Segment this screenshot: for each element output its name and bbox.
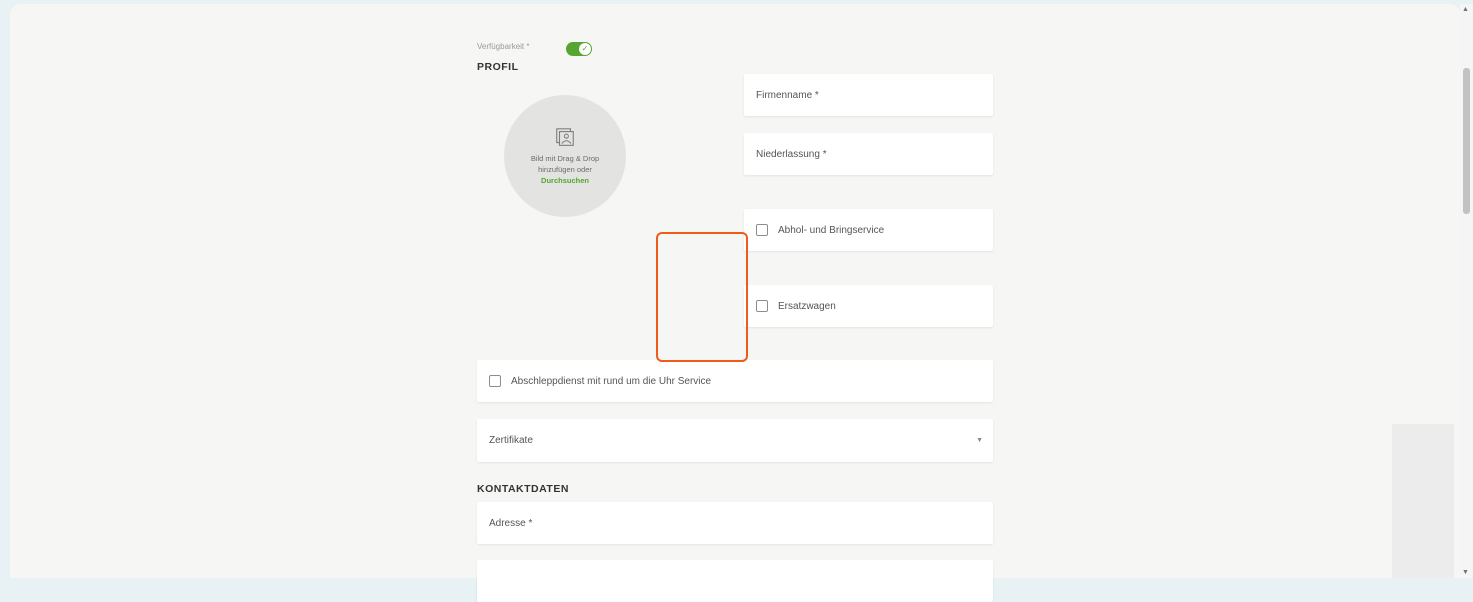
replacement-car-option[interactable]: Ersatzwagen — [744, 285, 993, 327]
branch-field[interactable]: Niederlassung * — [744, 133, 993, 175]
availability-toggle[interactable]: ✓ — [566, 42, 592, 56]
upload-hint-line2: hinzufügen oder — [538, 164, 592, 174]
towing-service-option[interactable]: Abschleppdienst mit rund um die Uhr Serv… — [477, 360, 993, 402]
pickup-service-checkbox[interactable] — [756, 224, 768, 236]
contact-section-title: KONTAKTDATEN — [477, 483, 569, 495]
scroll-up-arrow-icon[interactable]: ▲ — [1462, 6, 1469, 13]
image-upload-dropzone[interactable]: Bild mit Drag & Drop hinzufügen oder Dur… — [504, 95, 626, 217]
pickup-service-label: Abhol- und Bringservice — [778, 224, 885, 236]
company-name-placeholder: Firmenname * — [756, 89, 819, 101]
image-icon — [556, 127, 574, 146]
browse-link[interactable]: Durchsuchen — [541, 175, 589, 186]
address-field[interactable]: Adresse * — [477, 502, 993, 544]
certificates-select[interactable]: Zertifikate ▼ — [477, 419, 993, 462]
company-name-field[interactable]: Firmenname * — [744, 74, 993, 116]
profile-section-title: PROFIL — [477, 61, 519, 73]
replacement-car-checkbox[interactable] — [756, 300, 768, 312]
scroll-down-arrow-icon[interactable]: ▼ — [1462, 569, 1469, 576]
scrollbar[interactable]: ▲ ▼ — [1460, 4, 1473, 578]
highlight-box — [656, 232, 748, 362]
chevron-down-icon: ▼ — [976, 437, 983, 444]
phone-field[interactable] — [477, 560, 993, 602]
towing-service-label: Abschleppdienst mit rund um die Uhr Serv… — [511, 375, 712, 387]
checkmark-icon: ✓ — [579, 43, 591, 55]
certificates-placeholder: Zertifikate — [489, 435, 533, 446]
replacement-car-label: Ersatzwagen — [778, 300, 836, 312]
upload-hint-line1: Bild mit Drag & Drop — [530, 153, 600, 163]
address-placeholder: Adresse * — [489, 517, 533, 529]
scrollbar-thumb[interactable] — [1463, 68, 1470, 214]
towing-service-checkbox[interactable] — [489, 375, 501, 387]
side-panel — [1392, 424, 1454, 578]
pickup-service-option[interactable]: Abhol- und Bringservice — [744, 209, 993, 251]
branch-placeholder: Niederlassung * — [756, 148, 827, 160]
availability-label: Verfügbarkeit * — [477, 42, 530, 51]
